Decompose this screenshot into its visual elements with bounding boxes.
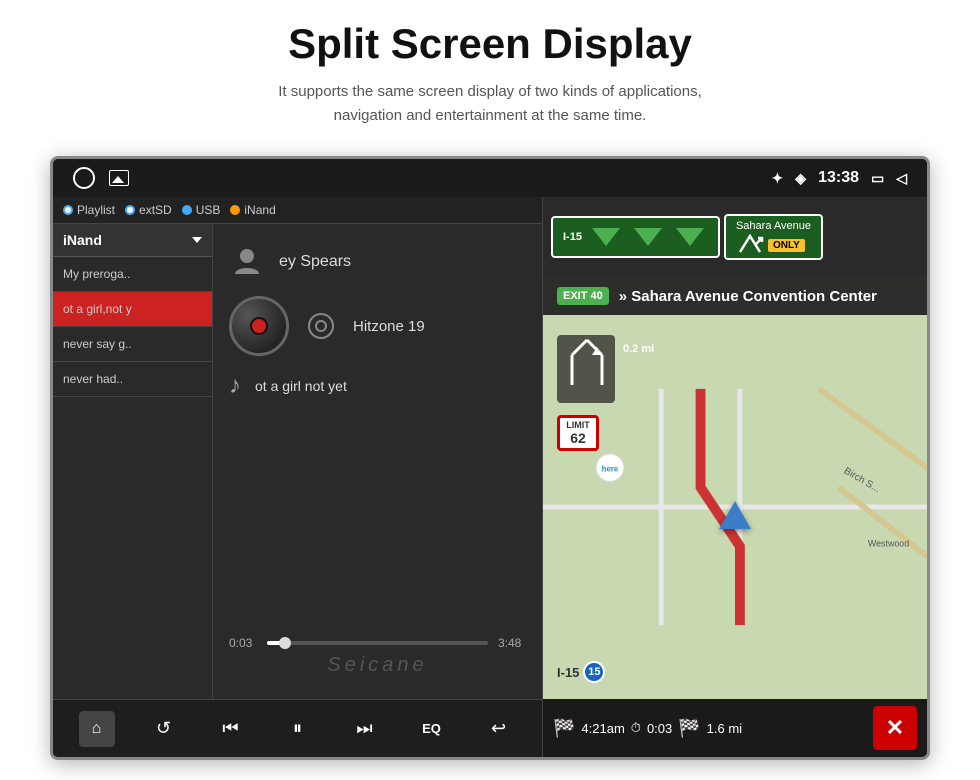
highway-sign: I-15	[551, 216, 720, 258]
flag2-icon: 🏁	[678, 718, 700, 739]
turn-indicator: 0.2 mi	[557, 335, 654, 405]
close-nav-button[interactable]: ✕	[873, 706, 917, 750]
vinyl-disc	[229, 296, 289, 356]
home-button[interactable]: ⌂	[79, 711, 115, 747]
next-button[interactable]: ⏭	[347, 711, 383, 747]
list-item[interactable]: My preroga..	[53, 257, 212, 292]
music-note-icon: ♪	[229, 372, 241, 400]
album-row: Hitzone 19	[229, 296, 526, 356]
repeat-button[interactable]: ↺	[146, 711, 182, 747]
screen-content: Playlist extSD USB iNand	[53, 197, 927, 757]
exit-sign: Sahara Avenue ONLY	[724, 214, 823, 260]
radio-inand	[230, 205, 240, 215]
image-icon	[109, 170, 129, 186]
list-item[interactable]: ot a girl,not y	[53, 292, 212, 327]
nav-direction-text: » Sahara Avenue Convention Center	[619, 288, 877, 305]
playback-controls: ⌂ ↺ ⏮ ⏸ ⏭ EQ ↩	[53, 699, 542, 757]
now-playing: ey Spears Hitzone 19 ♪ ot a girl not yet	[213, 224, 542, 699]
progress-track[interactable]	[267, 641, 488, 645]
speed-limit-sign: LIMIT 62	[557, 415, 599, 451]
nav-eta: 🏁 4:21am ⏱ 0:03 🏁 1.6 mi	[553, 718, 742, 739]
exit-badge: EXIT 40	[557, 287, 609, 305]
list-item[interactable]: never say g..	[53, 327, 212, 362]
song-name: ot a girl not yet	[255, 378, 347, 394]
chevron-down-icon	[192, 237, 202, 243]
progress-bar[interactable]: 0:03 3:48	[229, 636, 526, 650]
bluetooth-icon: ✦	[772, 170, 784, 187]
pause-button[interactable]: ⏸	[280, 711, 316, 747]
flag-icon: 🏁	[553, 718, 575, 739]
highway-shield: I-15 15	[557, 661, 605, 683]
artist-icon	[229, 244, 265, 280]
nav-panel: I-15 Sahara Avenue ONLY	[543, 197, 927, 757]
nav-arrow	[719, 501, 751, 529]
elapsed-time: 0:03	[647, 721, 672, 736]
distance-to-turn: 0.2 mi	[623, 343, 654, 355]
back-icon: ◁	[896, 170, 907, 187]
total-time: 3:48	[498, 636, 526, 650]
only-badge: ONLY	[768, 239, 805, 252]
nav-instruction: EXIT 40 » Sahara Avenue Convention Cente…	[543, 277, 927, 315]
signs-row: I-15 Sahara Avenue ONLY	[543, 197, 927, 277]
progress-thumb	[279, 637, 291, 649]
source-selector[interactable]: iNand	[53, 224, 212, 257]
status-time: 13:38	[818, 169, 859, 187]
nav-bottom: 🏁 4:21am ⏱ 0:03 🏁 1.6 mi ✕	[543, 699, 927, 757]
progress-area: 0:03 3:48 Seicane	[229, 630, 526, 689]
track-artist: ey Spears	[279, 253, 351, 271]
radio-usb	[182, 205, 192, 215]
remaining-distance: 1.6 mi	[707, 721, 742, 736]
radio-playlist	[63, 205, 73, 215]
back-button[interactable]: ↩	[481, 711, 517, 747]
tab-playlist[interactable]: Playlist	[63, 203, 115, 217]
circle-icon	[73, 167, 95, 189]
page-title: Split Screen Display	[288, 20, 692, 68]
window-icon: ▭	[871, 170, 884, 187]
svg-text:Westwood: Westwood	[868, 538, 909, 548]
svg-text:here: here	[602, 465, 619, 474]
page-subtitle: It supports the same screen display of t…	[278, 80, 702, 128]
artist-row: ey Spears	[229, 244, 526, 280]
location-icon: ◈	[795, 170, 806, 187]
list-item[interactable]: never had..	[53, 362, 212, 397]
watermark: Seicane	[229, 654, 526, 677]
eta-time: 4:21am	[581, 721, 624, 736]
eq-button[interactable]: EQ	[414, 711, 450, 747]
arrow-down-icon	[676, 228, 704, 246]
tab-extsd[interactable]: extSD	[125, 203, 172, 217]
source-tabs: Playlist extSD USB iNand	[53, 197, 542, 224]
album-name: Hitzone 19	[353, 318, 425, 335]
song-row: ♪ ot a girl not yet	[229, 372, 526, 400]
music-body: iNand My preroga.. ot a girl,not y never…	[53, 224, 542, 699]
tab-usb[interactable]: USB	[182, 203, 221, 217]
clock-icon: ⏱	[631, 720, 641, 736]
device-frame: ✦ ◈ 13:38 ▭ ◁ Playlist extSD	[50, 156, 930, 760]
prev-button[interactable]: ⏮	[213, 711, 249, 747]
highway-number: 15	[583, 661, 605, 683]
nav-signs: I-15 Sahara Avenue ONLY	[543, 197, 927, 277]
current-time: 0:03	[229, 636, 257, 650]
music-panel: Playlist extSD USB iNand	[53, 197, 543, 757]
map-area: Birch S... Westwood here	[543, 315, 927, 699]
playlist-sidebar: iNand My preroga.. ot a girl,not y never…	[53, 224, 213, 699]
arrow-down-icon	[634, 228, 662, 246]
album-icon	[303, 308, 339, 344]
arrow-down-icon	[592, 228, 620, 246]
radio-extsd	[125, 205, 135, 215]
status-bar: ✦ ◈ 13:38 ▭ ◁	[53, 159, 927, 197]
tab-inand[interactable]: iNand	[230, 203, 275, 217]
